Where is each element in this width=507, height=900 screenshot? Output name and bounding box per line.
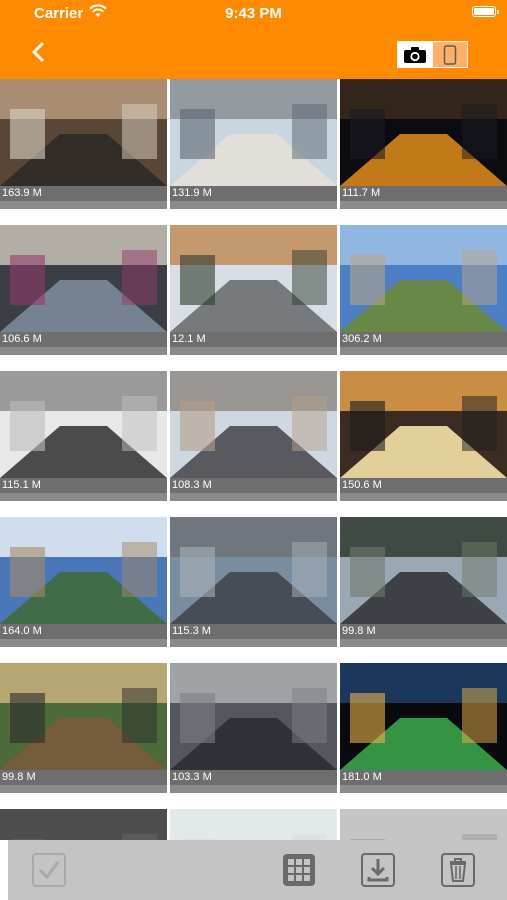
photo-cell[interactable]: 163.9 M (0, 79, 167, 209)
photo-cell[interactable] (170, 809, 337, 840)
grid-icon[interactable] (282, 853, 316, 887)
photo-cell[interactable]: 131.9 M (170, 79, 337, 209)
cell-footer (340, 493, 507, 501)
file-size-label: 181.0 M (340, 770, 507, 785)
camera-toggle[interactable] (398, 42, 433, 67)
photo-cell[interactable] (0, 809, 167, 840)
photo-cell[interactable] (340, 809, 507, 840)
cell-footer (340, 201, 507, 209)
photo-thumbnail[interactable] (340, 517, 507, 624)
cell-footer (340, 347, 507, 355)
photo-thumbnail[interactable] (0, 663, 167, 770)
cell-footer (170, 347, 337, 355)
photo-cell[interactable]: 106.6 M (0, 225, 167, 355)
cell-footer (0, 639, 167, 647)
photo-thumbnail[interactable] (170, 663, 337, 770)
photo-thumbnail[interactable] (170, 371, 337, 478)
photo-cell[interactable]: 103.3 M (170, 663, 337, 793)
photo-thumbnail[interactable] (0, 79, 167, 186)
photo-cell[interactable]: 115.1 M (0, 371, 167, 501)
top-bar: Carrier 9:43 PM (0, 0, 507, 79)
cell-footer (340, 639, 507, 647)
photo-cell[interactable]: 115.3 M (170, 517, 337, 647)
photo-cell[interactable]: 181.0 M (340, 663, 507, 793)
photo-thumbnail[interactable] (170, 225, 337, 332)
checkmark-icon[interactable] (32, 853, 66, 887)
photo-cell[interactable]: 111.7 M (340, 79, 507, 209)
file-size-label: 115.3 M (170, 624, 337, 639)
download-icon[interactable] (361, 853, 395, 887)
device-toggle[interactable] (432, 42, 467, 67)
photo-thumbnail[interactable] (170, 809, 337, 840)
camera-icon (404, 46, 427, 63)
photo-cell[interactable]: 99.8 M (0, 663, 167, 793)
cell-footer (0, 347, 167, 355)
chevron-left-icon[interactable] (24, 37, 54, 67)
photo-cell[interactable]: 150.6 M (340, 371, 507, 501)
file-size-label: 99.8 M (340, 624, 507, 639)
file-size-label: 108.3 M (170, 478, 337, 493)
phone-icon (443, 44, 456, 65)
photo-thumbnail[interactable] (0, 809, 167, 840)
cell-footer (0, 493, 167, 501)
photo-cell[interactable]: 306.2 M (340, 225, 507, 355)
bottom-toolbar (8, 840, 507, 900)
photo-cell[interactable]: 12.1 M (170, 225, 337, 355)
photo-thumbnail[interactable] (340, 809, 507, 840)
battery-icon (472, 6, 496, 17)
battery-cap (497, 10, 499, 14)
file-size-label: 131.9 M (170, 186, 337, 201)
photo-cell[interactable]: 108.3 M (170, 371, 337, 501)
file-size-label: 163.9 M (0, 186, 167, 201)
photo-thumbnail[interactable] (170, 517, 337, 624)
cell-footer (170, 639, 337, 647)
file-size-label: 150.6 M (340, 478, 507, 493)
cell-footer (170, 785, 337, 793)
trash-icon[interactable] (441, 853, 475, 887)
photo-thumbnail[interactable] (170, 79, 337, 186)
photo-thumbnail[interactable] (0, 225, 167, 332)
file-size-label: 306.2 M (340, 332, 507, 347)
file-size-label: 111.7 M (340, 186, 507, 201)
photo-cell[interactable]: 99.8 M (340, 517, 507, 647)
clock-label: 9:43 PM (225, 5, 282, 22)
photo-thumbnail[interactable] (340, 371, 507, 478)
cell-footer (170, 201, 337, 209)
cell-footer (170, 493, 337, 501)
file-size-label: 115.1 M (0, 478, 167, 493)
file-size-label: 99.8 M (0, 770, 167, 785)
file-size-label: 12.1 M (170, 332, 337, 347)
photo-thumbnail[interactable] (340, 663, 507, 770)
file-size-label: 164.0 M (0, 624, 167, 639)
media-type-toggle[interactable] (397, 41, 468, 68)
photo-thumbnail[interactable] (0, 517, 167, 624)
status-bar: Carrier 9:43 PM (0, 0, 507, 26)
photo-cell[interactable]: 164.0 M (0, 517, 167, 647)
photo-thumbnail[interactable] (0, 371, 167, 478)
file-size-label: 106.6 M (0, 332, 167, 347)
photo-grid: 163.9 M 131.9 M 111.7 M 106.6 M 12.1 M 306.2 … (0, 79, 507, 840)
photo-thumbnail[interactable] (340, 79, 507, 186)
cell-footer (340, 785, 507, 793)
cell-footer (0, 201, 167, 209)
photo-thumbnail[interactable] (340, 225, 507, 332)
file-size-label: 103.3 M (170, 770, 337, 785)
cell-footer (0, 785, 167, 793)
